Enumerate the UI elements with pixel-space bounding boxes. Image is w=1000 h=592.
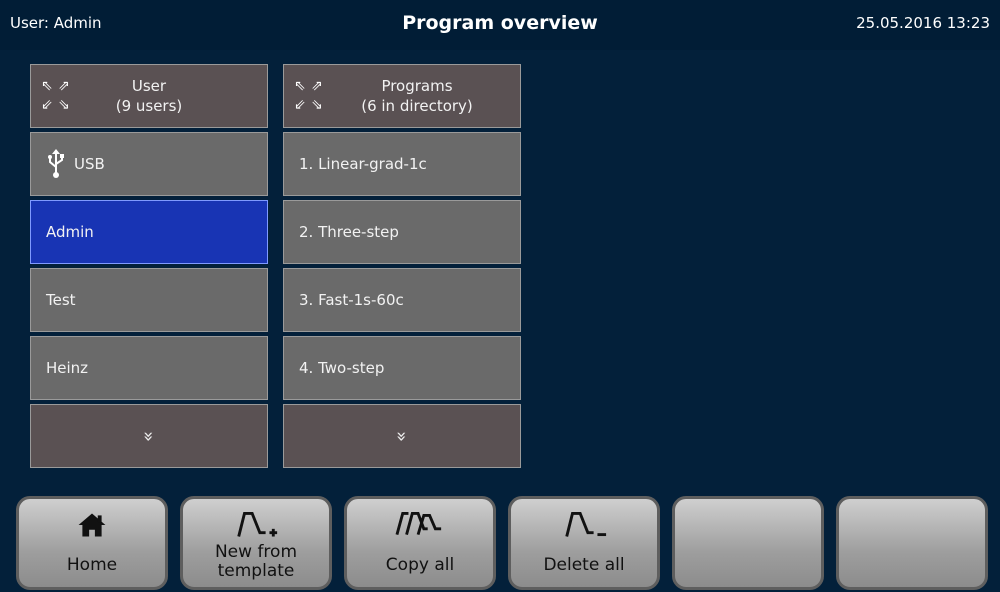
user-item-usb[interactable]: USB — [30, 132, 268, 196]
date-time: 25.05.2016 13:23 — [856, 14, 990, 32]
home-button-label: Home — [66, 555, 118, 575]
programs-header-title: Programs — [381, 77, 453, 95]
user-item-label: Admin — [46, 223, 94, 241]
program-item-1[interactable]: 1. Linear-grad-1c — [283, 132, 521, 196]
empty-button-1[interactable] — [672, 496, 824, 590]
bottom-toolbar: Home New from template Copy all Delete a… — [0, 490, 1000, 592]
expand-arrows-icon: ⇖ ⇗ ⇙ ⇘ — [294, 78, 323, 113]
program-item-label: 4. Two-step — [299, 359, 385, 377]
program-item-4[interactable]: 4. Two-step — [283, 336, 521, 400]
curve-plus-icon — [237, 512, 278, 537]
user-item-test[interactable]: Test — [30, 268, 268, 332]
programs-header[interactable]: ⇖ ⇗ ⇙ ⇘ Programs (6 in directory) — [283, 64, 521, 128]
program-item-2[interactable]: 2. Three-step — [283, 200, 521, 264]
delete-all-button[interactable]: Delete all — [508, 496, 660, 590]
new-from-template-line2: template — [217, 561, 295, 581]
programs-scroll-down-button[interactable]: » — [283, 404, 521, 468]
delete-all-label: Delete all — [543, 555, 625, 575]
chevron-double-down-icon: » — [391, 430, 413, 442]
user-item-label: USB — [74, 155, 105, 173]
empty-button-2[interactable] — [836, 496, 988, 590]
home-icon — [78, 513, 106, 537]
users-list: ⇖ ⇗ ⇙ ⇘ User (9 users) USB Admin Test Heinz… — [30, 64, 268, 472]
users-header[interactable]: ⇖ ⇗ ⇙ ⇘ User (9 users) — [30, 64, 268, 128]
users-scroll-down-button[interactable]: » — [30, 404, 268, 468]
users-header-count: (9 users) — [115, 97, 183, 115]
program-item-label: 1. Linear-grad-1c — [299, 155, 427, 173]
users-header-title: User — [131, 77, 167, 95]
new-from-template-label: New from template — [183, 543, 329, 581]
program-item-label: 3. Fast-1s-60c — [299, 291, 404, 309]
user-item-admin[interactable]: Admin — [30, 200, 268, 264]
new-from-template-line1: New from — [214, 542, 298, 562]
user-item-heinz[interactable]: Heinz — [30, 336, 268, 400]
chevron-double-down-icon: » — [138, 430, 160, 442]
new-from-template-button[interactable]: New from template — [180, 496, 332, 590]
page-title: Program overview — [402, 12, 598, 34]
user-item-label: Test — [46, 291, 76, 309]
user-item-label: Heinz — [46, 359, 89, 377]
curve-minus-icon — [565, 512, 607, 537]
expand-arrows-icon: ⇖ ⇗ ⇙ ⇘ — [41, 78, 70, 113]
title-bar: User: Admin Program overview 25.05.2016 … — [0, 0, 1000, 50]
curve-copy-icon — [395, 512, 442, 536]
copy-all-button[interactable]: Copy all — [344, 496, 496, 590]
programs-list: ⇖ ⇗ ⇙ ⇘ Programs (6 in directory) 1. Linear… — [283, 64, 521, 472]
copy-all-label: Copy all — [385, 555, 455, 575]
program-item-label: 2. Three-step — [299, 223, 399, 241]
usb-icon — [48, 149, 64, 178]
home-button[interactable]: Home — [16, 496, 168, 590]
programs-header-count: (6 in directory) — [361, 97, 473, 115]
program-item-3[interactable]: 3. Fast-1s-60c — [283, 268, 521, 332]
